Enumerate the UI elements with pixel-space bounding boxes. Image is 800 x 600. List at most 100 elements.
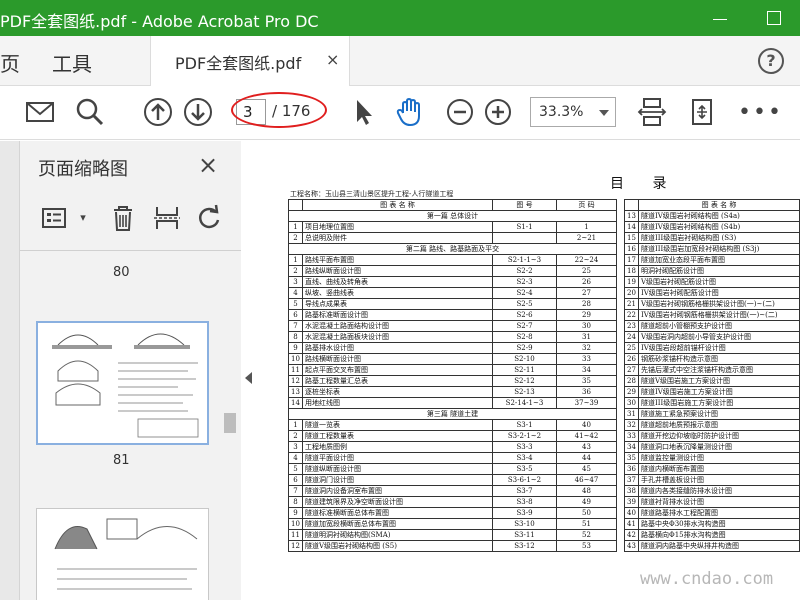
select-cursor-icon[interactable]	[348, 96, 380, 128]
table-row: 13 逐桩坐标表 S2-13 36	[288, 386, 617, 398]
drawing-name: 路基中央Φ30排水沟构造图	[637, 518, 800, 530]
drawing-code: S3-11	[492, 529, 557, 541]
drawing-name: 手孔井槽盖板设计图	[637, 474, 800, 486]
row-number: 19	[624, 276, 639, 288]
page-number: 34	[556, 364, 617, 376]
drawing-code: S2-13	[492, 386, 557, 398]
rotate-icon[interactable]	[194, 203, 224, 233]
drawing-code: S2-7	[492, 320, 557, 332]
thumbnail-scrollbar[interactable]	[223, 141, 239, 600]
row-number: 4	[288, 287, 303, 299]
drawing-name: 隧道V级围岩施工方案设计图	[637, 375, 800, 387]
zoom-value: 33.3%	[539, 104, 584, 120]
row-number: 14	[288, 397, 303, 409]
drawing-code: S3-9	[492, 507, 557, 519]
drawing-code: S3-3	[492, 441, 557, 453]
drawing-name: 先锚后灌式中空注浆锚杆构造示意图	[637, 364, 800, 376]
row-number: 2	[288, 430, 303, 442]
row-number: 7	[288, 320, 303, 332]
scrollbar-thumb[interactable]	[224, 413, 236, 433]
delete-icon[interactable]	[108, 203, 138, 233]
table-row: 14 隧道IV级围岩衬砌结构图 (S4b)	[624, 221, 800, 233]
row-number: 33	[624, 430, 639, 442]
zoom-out-icon[interactable]	[444, 96, 476, 128]
tab-close-icon[interactable]: ×	[326, 50, 339, 69]
drawing-name: 项目地理位置图	[302, 221, 493, 233]
toc-table-right: 图 表 名 称 13 隧道IV级围岩衬砌结构图 (S4a) 14 隧道IV级围岩衬砌结…	[624, 199, 800, 552]
row-number: 39	[624, 496, 639, 508]
fit-page-icon[interactable]	[636, 96, 668, 128]
row-number: 1	[288, 221, 303, 233]
row-number: 23	[624, 320, 639, 332]
hand-tool-icon[interactable]	[394, 96, 426, 128]
page-number: 35	[556, 375, 617, 387]
email-icon[interactable]	[24, 96, 56, 128]
watermark: www.cndao.com	[640, 569, 774, 589]
row-number: 9	[288, 507, 303, 519]
drawing-name: 隧道内各类接缝防排水设计图	[637, 485, 800, 497]
thumbnail-options-icon[interactable]	[40, 203, 70, 233]
toc-table-left: 图 表 名 称 图 号 页 码 第一篇 总体设计 1 项目地理位置图 S1-1 1 2 总说…	[288, 199, 617, 552]
drawing-code: S3-8	[492, 496, 557, 508]
zoom-select[interactable]: 33.3%	[530, 97, 616, 127]
table-row: 38 隧道内各类接缝防排水设计图	[624, 485, 800, 497]
row-number: 34	[624, 441, 639, 453]
row-number: 1	[288, 254, 303, 266]
drawing-code	[492, 232, 557, 244]
row-number: 8	[288, 331, 303, 343]
table-row: 15 隧道III级围岩衬砌结构图 (S3)	[624, 232, 800, 244]
thumbnail-drawing	[52, 333, 199, 438]
page-number: 44	[556, 452, 617, 464]
header-blank	[624, 199, 639, 211]
help-icon[interactable]: ?	[758, 48, 784, 74]
chevron-down-icon[interactable]: ▾	[68, 203, 98, 233]
drawing-code: S2-8	[492, 331, 557, 343]
drawing-name: 隧道纵断面设计图	[302, 463, 493, 475]
drawing-code: S3-4	[492, 452, 557, 464]
maximize-button[interactable]	[760, 4, 788, 32]
table-row: 33 隧道开挖边仰坡临时防护设计图	[624, 430, 800, 442]
table-row: 5 隧道纵断面设计图 S3-5 45	[288, 463, 617, 475]
rotate-view-icon[interactable]	[686, 96, 718, 128]
zoom-in-icon[interactable]	[482, 96, 514, 128]
drawing-name: 隧道超前地质预报示意图	[637, 419, 800, 431]
drawing-code: S3-5	[492, 463, 557, 475]
menu-item-page[interactable]: 页	[0, 48, 20, 77]
page-number: 30	[556, 320, 617, 332]
more-tools-icon[interactable]: •••	[738, 100, 783, 125]
drawing-name: 路基标准断面设计图	[302, 309, 493, 321]
table-row: 5 导线点成果表 S2-5 28	[288, 298, 617, 310]
drawing-name: 水泥混凝土路面结构设计图	[302, 320, 493, 332]
menu-item-tools[interactable]: 工具	[52, 48, 92, 77]
drawing-name: 隧道加宽业态段平面布置图	[637, 254, 800, 266]
panel-toolbar: ▾	[20, 191, 241, 251]
thumbnail-page-82[interactable]	[36, 508, 209, 600]
page-number: 26	[556, 276, 617, 288]
page-number: 50	[556, 507, 617, 519]
search-icon[interactable]	[74, 96, 106, 128]
row-number: 12	[288, 540, 303, 552]
next-page-icon[interactable]	[182, 96, 214, 128]
row-number: 5	[288, 298, 303, 310]
drawing-name: 隧道洞内路基中央纵排井构造图	[637, 540, 800, 552]
panel-close-icon[interactable]: ×	[198, 151, 218, 179]
drawing-code: S2-6	[492, 309, 557, 321]
drawing-name: 隧道IV级围岩衬砌结构图 (S4a)	[637, 210, 800, 222]
drawing-name: 路基工程数量汇总表	[302, 375, 493, 387]
tab-document[interactable]: PDF全套图纸.pdf ×	[150, 36, 350, 86]
drawing-code: S2-1-1~3	[492, 254, 557, 266]
drawing-code: S3-10	[492, 518, 557, 530]
previous-page-icon[interactable]	[142, 96, 174, 128]
document-view[interactable]: 目 录 工程名称：玉山县三清山景区提升工程-人行隧道工程 图 表 名 称 图 号…	[258, 141, 800, 600]
page-number: 41~42	[556, 430, 617, 442]
crop-pages-icon[interactable]	[152, 203, 182, 233]
drawing-name: 水泥混凝土路面板块设计图	[302, 331, 493, 343]
minimize-button[interactable]	[706, 4, 734, 32]
table-row: 1 隧道一览表 S3-1 40	[288, 419, 617, 431]
page-number: 1	[556, 221, 617, 233]
thumbnail-page-81[interactable]	[36, 321, 209, 445]
collapse-panel-icon[interactable]	[245, 372, 252, 384]
row-number: 27	[624, 364, 639, 376]
table-row: 4 隧道平面设计图 S3-4 44	[288, 452, 617, 464]
table-row: 7 水泥混凝土路面结构设计图 S2-7 30	[288, 320, 617, 332]
